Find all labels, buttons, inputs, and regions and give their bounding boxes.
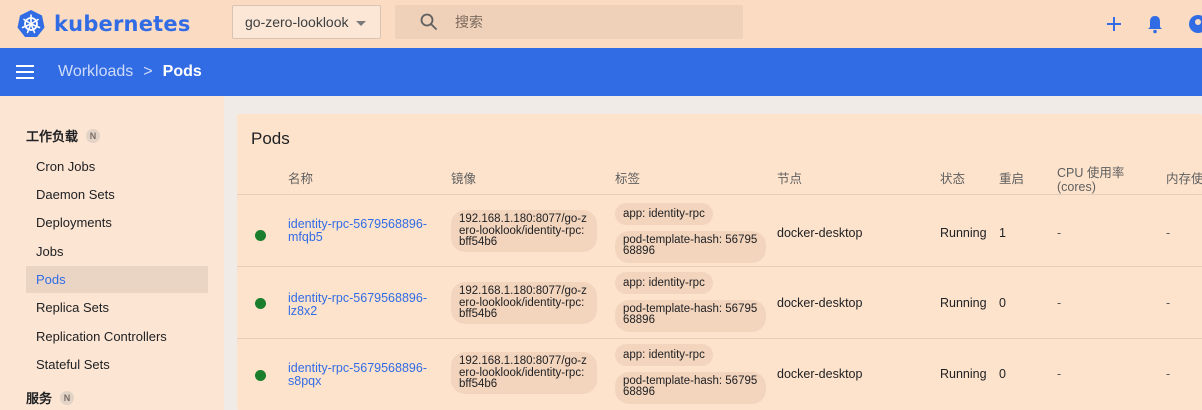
sidebar-item-label: Pods [36,272,66,287]
pod-name-link[interactable]: identity-rpc-5679568896-lz8x2 [288,292,438,318]
sidebar-item-label: Stateful Sets [36,357,110,372]
cpu-cell: - [1057,367,1062,381]
row-divider [237,266,1202,267]
sidebar-item-pods[interactable]: Pods [26,266,208,293]
breadcrumb: Workloads > Pods [58,63,202,81]
cpu-header-line1: CPU 使用率 [1057,166,1125,180]
label-chip-app: app: identity-rpc [615,203,713,225]
sidebar-item-label: Replica Sets [36,300,109,315]
search-bar[interactable] [395,5,743,39]
namespaced-badge: N [60,390,75,405]
image-chip: 192.168.1.180:8077/go-zero-looklook/iden… [451,210,597,252]
pod-name-link[interactable]: identity-rpc-5679568896-s8pqx [288,362,438,388]
sidebar-item-daemon-sets[interactable]: Daemon Sets [26,181,208,208]
sidebar-item-deployments[interactable]: Deployments [26,209,208,236]
kubernetes-logo-icon [17,10,45,37]
sidebar-section-label: 工作负载 [26,129,79,144]
sidebar-item-label: Daemon Sets [36,187,115,202]
page-header: Workloads > Pods [0,48,1202,96]
header-divider [237,194,1202,195]
logo[interactable]: kubernetes [16,9,191,39]
card-title: Pods [251,129,290,148]
image-chip: 192.168.1.180:8077/go-zero-looklook/iden… [451,282,597,324]
image-chip: 192.168.1.180:8077/go-zero-looklook/iden… [451,352,597,394]
sidebar-section-label: 服务 [26,391,53,406]
label-chip-hash: pod-template-hash: 5679568896 [615,300,766,332]
sidebar-item-replication-controllers[interactable]: Replication Controllers [26,323,208,350]
hamburger-menu-icon[interactable] [16,65,34,79]
account-icon[interactable] [1184,14,1202,34]
chevron-down-icon [356,21,366,26]
memory-cell: - [1166,296,1171,310]
label-chip-hash: pod-template-hash: 5679568896 [615,231,766,263]
cpu-cell: - [1057,296,1062,310]
column-header-memory: 内存使 [1166,172,1202,186]
status-cell: Running [940,226,987,240]
node-cell[interactable]: docker-desktop [777,226,862,240]
restarts-cell: 0 [999,296,1006,310]
breadcrumb-workloads[interactable]: Workloads [58,63,133,81]
restarts-cell: 0 [999,367,1006,381]
namespaced-badge: N [86,128,101,143]
row-divider [237,338,1202,339]
status-running-icon [255,298,266,309]
label-chip-app: app: identity-rpc [615,344,713,366]
column-header-node: 节点 [777,172,803,186]
label-chip-hash: pod-template-hash: 5679568896 [615,372,766,404]
create-plus-icon[interactable] [1104,14,1124,34]
top-actions [1104,0,1202,48]
cpu-cell: - [1057,226,1062,240]
column-header-cpu: CPU 使用率 (cores) [1057,166,1124,194]
namespace-select[interactable]: go-zero-looklook [232,5,381,39]
sidebar-item-cron-jobs[interactable]: Cron Jobs [26,153,208,180]
breadcrumb-separator: > [143,63,153,80]
node-cell[interactable]: docker-desktop [777,367,862,381]
column-header-image: 镜像 [451,172,477,186]
sidebar-item-label: Deployments [36,215,112,230]
sidebar-section-services[interactable]: 服务 N [26,388,75,407]
restarts-cell: 1 [999,226,1006,240]
sidebar-item-jobs[interactable]: Jobs [26,238,208,265]
label-chip-app: app: identity-rpc [615,272,713,294]
column-header-status: 状态 [940,172,966,186]
memory-cell: - [1166,226,1171,240]
sidebar-item-label: Jobs [36,244,64,259]
top-bar: kubernetes go-zero-looklook [0,0,1202,48]
status-cell: Running [940,296,987,310]
sidebar-item-stateful-sets[interactable]: Stateful Sets [26,351,208,378]
breadcrumb-current: Pods [162,63,202,80]
sidebar: 工作负载 N Cron Jobs Daemon Sets Deployments… [0,96,224,410]
brand-name: kubernetes [54,12,191,36]
search-icon [420,13,437,30]
status-running-icon [255,370,266,381]
search-input[interactable] [455,14,715,30]
sidebar-section-workloads[interactable]: 工作负载 N [26,126,101,145]
status-running-icon [255,230,266,241]
pod-name-link[interactable]: identity-rpc-5679568896-mfqb5 [288,218,438,244]
status-cell: Running [940,367,987,381]
sidebar-item-label: Cron Jobs [36,159,96,174]
namespace-value: go-zero-looklook [245,14,349,30]
node-cell[interactable]: docker-desktop [777,296,862,310]
sidebar-item-label: Replication Controllers [36,329,167,344]
column-header-restarts[interactable]: 重启 [999,172,1024,186]
memory-cell: - [1166,367,1171,381]
column-header-labels: 标签 [615,172,641,186]
cpu-header-line2: (cores) [1057,180,1096,194]
notification-bell-icon[interactable] [1146,14,1164,34]
column-header-name[interactable]: 名称 [288,172,313,186]
pods-card: Pods 名称 镜像 标签 节点 状态 重启 CPU 使用率 (cores) 内… [237,114,1202,410]
sidebar-item-replica-sets[interactable]: Replica Sets [26,294,208,321]
